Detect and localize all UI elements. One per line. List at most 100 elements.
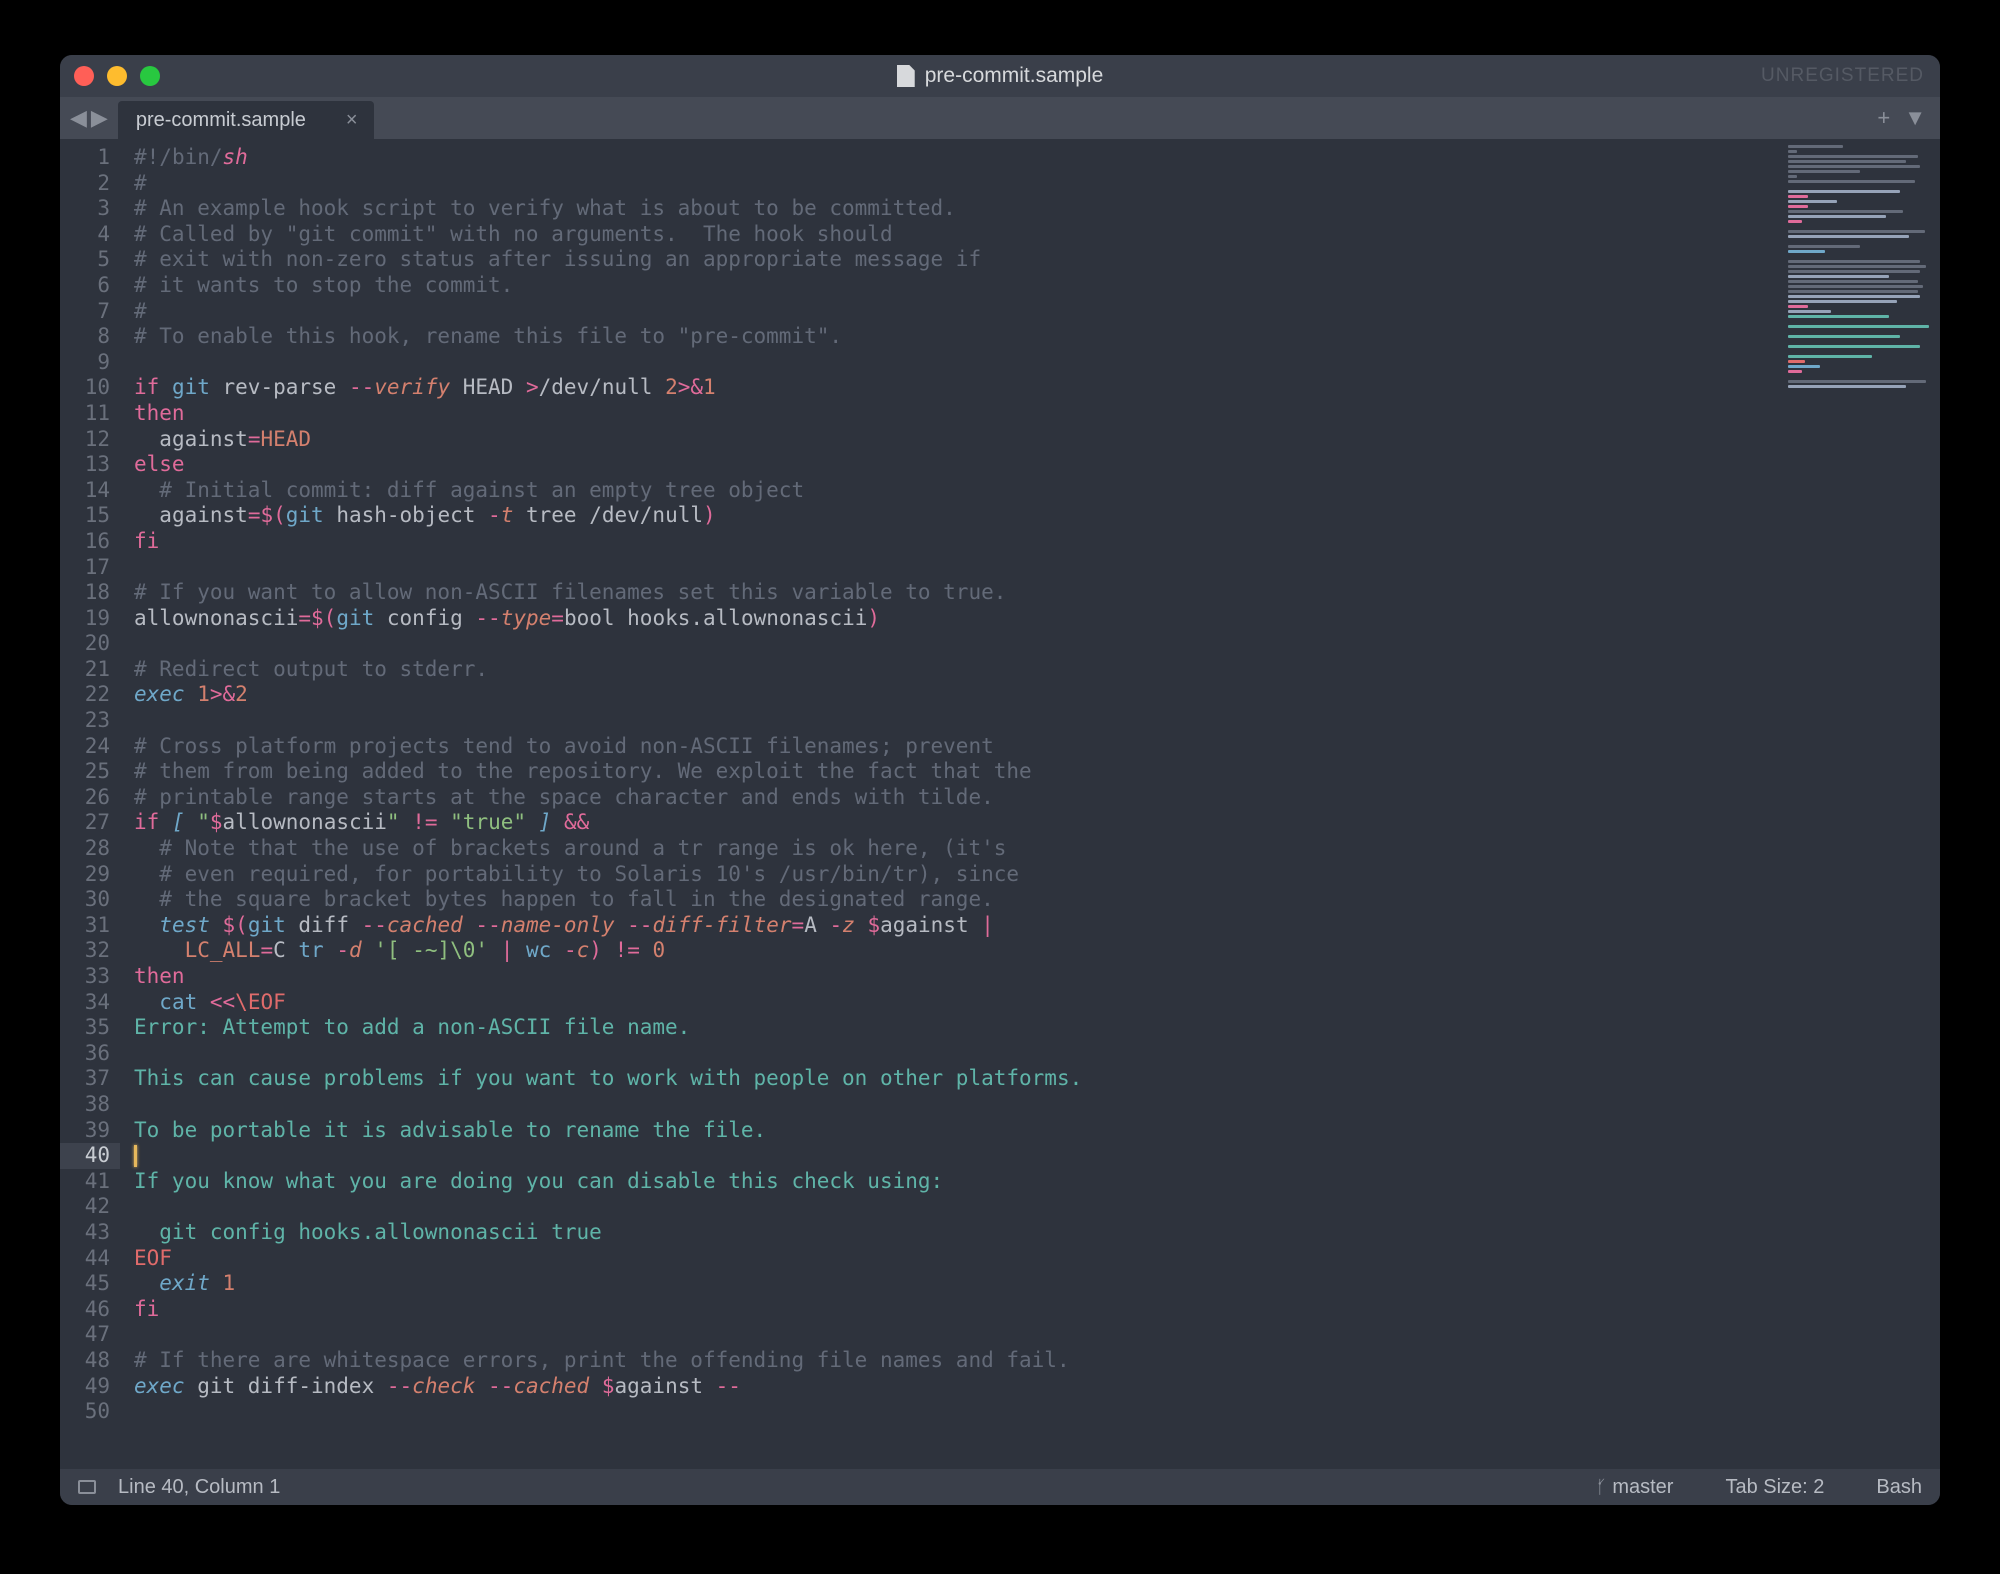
line-number[interactable]: 12 xyxy=(60,427,110,453)
code-line[interactable]: else xyxy=(134,452,1780,478)
code-line[interactable]: EOF xyxy=(134,1246,1780,1272)
maximize-window-button[interactable] xyxy=(140,66,160,86)
code-line[interactable]: # To enable this hook, rename this file … xyxy=(134,324,1780,350)
line-number[interactable]: 46 xyxy=(60,1297,110,1323)
line-number[interactable]: 20 xyxy=(60,631,110,657)
line-number[interactable]: 38 xyxy=(60,1092,110,1118)
code-line[interactable]: # printable range starts at the space ch… xyxy=(134,785,1780,811)
line-number[interactable]: 28 xyxy=(60,836,110,862)
git-branch-indicator[interactable]: ᚶ master xyxy=(1596,1476,1674,1499)
line-number[interactable]: 19 xyxy=(60,606,110,632)
code-line[interactable]: # it wants to stop the commit. xyxy=(134,273,1780,299)
line-number[interactable]: 27 xyxy=(60,810,110,836)
code-line[interactable] xyxy=(134,1322,1780,1348)
line-number[interactable]: 11 xyxy=(60,401,110,427)
code-line[interactable]: # Initial commit: diff against an empty … xyxy=(134,478,1780,504)
code-line[interactable]: # exit with non-zero status after issuin… xyxy=(134,247,1780,273)
code-line[interactable] xyxy=(134,1143,1780,1169)
new-tab-button[interactable]: + xyxy=(1877,105,1890,131)
line-number[interactable]: 31 xyxy=(60,913,110,939)
code-editor[interactable]: #!/bin/sh## An example hook script to ve… xyxy=(120,139,1780,1469)
code-line[interactable]: # Cross platform projects tend to avoid … xyxy=(134,734,1780,760)
code-line[interactable]: #!/bin/sh xyxy=(134,145,1780,171)
tab-close-button[interactable]: × xyxy=(346,109,358,132)
code-line[interactable]: # Redirect output to stderr. xyxy=(134,657,1780,683)
line-number[interactable]: 41 xyxy=(60,1169,110,1195)
code-line[interactable]: If you know what you are doing you can d… xyxy=(134,1169,1780,1195)
line-number[interactable]: 1 xyxy=(60,145,110,171)
code-line[interactable]: # even required, for portability to Sola… xyxy=(134,862,1780,888)
line-number[interactable]: 24 xyxy=(60,734,110,760)
line-number[interactable]: 39 xyxy=(60,1118,110,1144)
line-number[interactable]: 37 xyxy=(60,1066,110,1092)
code-line[interactable] xyxy=(134,708,1780,734)
code-line[interactable]: then xyxy=(134,401,1780,427)
line-number[interactable]: 25 xyxy=(60,759,110,785)
code-line[interactable]: then xyxy=(134,964,1780,990)
line-number[interactable]: 3 xyxy=(60,196,110,222)
line-number[interactable]: 49 xyxy=(60,1374,110,1400)
code-line[interactable]: # xyxy=(134,171,1780,197)
line-number[interactable]: 7 xyxy=(60,299,110,325)
syntax-indicator[interactable]: Bash xyxy=(1876,1476,1922,1499)
code-line[interactable]: allownonascii=$(git config --type=bool h… xyxy=(134,606,1780,632)
code-line[interactable]: # If there are whitespace errors, print … xyxy=(134,1348,1780,1374)
code-line[interactable]: test $(git diff --cached --name-only --d… xyxy=(134,913,1780,939)
line-number[interactable]: 14 xyxy=(60,478,110,504)
line-number[interactable]: 22 xyxy=(60,682,110,708)
tab-size-indicator[interactable]: Tab Size: 2 xyxy=(1725,1476,1824,1499)
code-line[interactable]: exec 1>&2 xyxy=(134,682,1780,708)
tab-dropdown-button[interactable]: ▼ xyxy=(1904,105,1926,131)
line-number[interactable]: 42 xyxy=(60,1194,110,1220)
code-line[interactable]: Error: Attempt to add a non-ASCII file n… xyxy=(134,1015,1780,1041)
nav-back-button[interactable]: ◀ xyxy=(70,105,87,131)
code-line[interactable] xyxy=(134,555,1780,581)
close-window-button[interactable] xyxy=(74,66,94,86)
line-number[interactable]: 23 xyxy=(60,708,110,734)
code-line[interactable]: # If you want to allow non-ASCII filenam… xyxy=(134,580,1780,606)
code-line[interactable]: if [ "$allownonascii" != "true" ] && xyxy=(134,810,1780,836)
code-line[interactable]: exec git diff-index --check --cached $ag… xyxy=(134,1374,1780,1400)
line-number[interactable]: 2 xyxy=(60,171,110,197)
code-line[interactable]: cat <<\EOF xyxy=(134,990,1780,1016)
line-number[interactable]: 48 xyxy=(60,1348,110,1374)
line-number[interactable]: 15 xyxy=(60,503,110,529)
line-number[interactable]: 5 xyxy=(60,247,110,273)
code-line[interactable]: against=$(git hash-object -t tree /dev/n… xyxy=(134,503,1780,529)
line-number[interactable]: 30 xyxy=(60,887,110,913)
line-number[interactable]: 36 xyxy=(60,1041,110,1067)
code-line[interactable]: fi xyxy=(134,529,1780,555)
code-line[interactable]: This can cause problems if you want to w… xyxy=(134,1066,1780,1092)
code-line[interactable]: To be portable it is advisable to rename… xyxy=(134,1118,1780,1144)
code-line[interactable] xyxy=(134,1092,1780,1118)
code-line[interactable] xyxy=(134,631,1780,657)
cursor-position[interactable]: Line 40, Column 1 xyxy=(118,1476,280,1499)
code-line[interactable]: # xyxy=(134,299,1780,325)
line-number[interactable]: 10 xyxy=(60,375,110,401)
code-line[interactable] xyxy=(134,1399,1780,1425)
line-number[interactable]: 8 xyxy=(60,324,110,350)
line-number[interactable]: 44 xyxy=(60,1246,110,1272)
line-number[interactable]: 34 xyxy=(60,990,110,1016)
minimap[interactable] xyxy=(1780,139,1940,1469)
line-number[interactable]: 21 xyxy=(60,657,110,683)
line-number[interactable]: 9 xyxy=(60,350,110,376)
line-number[interactable]: 6 xyxy=(60,273,110,299)
line-number[interactable]: 35 xyxy=(60,1015,110,1041)
line-number[interactable]: 26 xyxy=(60,785,110,811)
code-line[interactable] xyxy=(134,350,1780,376)
code-line[interactable]: exit 1 xyxy=(134,1271,1780,1297)
line-number[interactable]: 18 xyxy=(60,580,110,606)
code-line[interactable]: if git rev-parse --verify HEAD >/dev/nul… xyxy=(134,375,1780,401)
code-line[interactable]: # An example hook script to verify what … xyxy=(134,196,1780,222)
code-line[interactable]: # Note that the use of brackets around a… xyxy=(134,836,1780,862)
code-line[interactable]: git config hooks.allownonascii true xyxy=(134,1220,1780,1246)
code-line[interactable]: against=HEAD xyxy=(134,427,1780,453)
panel-toggle-icon[interactable] xyxy=(78,1480,96,1494)
code-line[interactable]: # Called by "git commit" with no argumen… xyxy=(134,222,1780,248)
line-number[interactable]: 40 xyxy=(60,1143,120,1169)
line-number[interactable]: 33 xyxy=(60,964,110,990)
code-line[interactable] xyxy=(134,1194,1780,1220)
code-line[interactable]: # the square bracket bytes happen to fal… xyxy=(134,887,1780,913)
line-number[interactable]: 50 xyxy=(60,1399,110,1425)
